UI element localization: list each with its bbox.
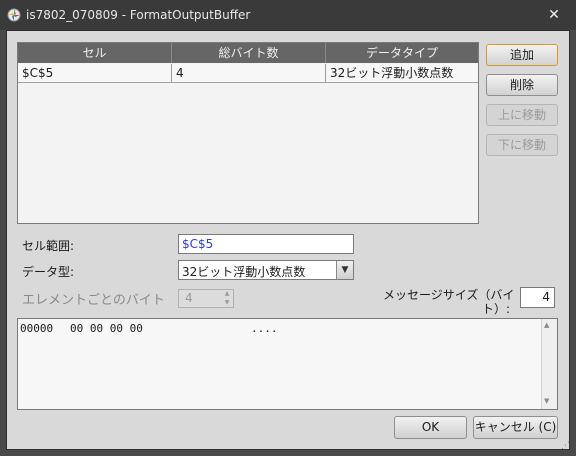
message-size-value: 4 (520, 287, 555, 308)
bytes-per-element-label: エレメントごとのバイト (22, 293, 165, 308)
table-cell-data-type[interactable]: 32ビット浮動小数点数 (326, 64, 478, 82)
cell-range-input[interactable] (178, 234, 354, 254)
row-divider (18, 82, 478, 83)
data-type-value: 32ビット浮動小数点数 (182, 265, 306, 279)
bytes-per-element-value: 4 (185, 291, 193, 305)
table-cell-cell[interactable]: $C$5 (18, 64, 172, 82)
ok-button[interactable]: OK (394, 416, 467, 439)
cancel-button[interactable]: キャンセル (C) (473, 416, 558, 439)
hex-ascii: .... (251, 322, 278, 335)
hex-preview[interactable]: 00000 00 00 00 00 .... ▲ ▼ (17, 318, 558, 410)
scroll-up-icon[interactable]: ▲ (544, 321, 549, 329)
close-icon: ✕ (548, 7, 560, 23)
move-down-button[interactable]: 下に移動 (486, 134, 558, 156)
window-title: is7802_070809 - FormatOutputBuffer (26, 8, 251, 22)
data-type-select[interactable]: 32ビット浮動小数点数 ▼ (178, 260, 354, 280)
table-cell-total-bytes[interactable]: 4 (172, 64, 326, 82)
spin-up-icon[interactable]: ▲ (221, 290, 233, 298)
resize-grip-icon[interactable]: ⋰ (561, 441, 571, 451)
vertical-scrollbar[interactable]: ▲ ▼ (541, 319, 557, 409)
cell-range-label: セル範囲: (22, 239, 75, 253)
column-header-data-type[interactable]: データタイプ (326, 43, 478, 63)
title-bar: is7802_070809 - FormatOutputBuffer ✕ (0, 0, 576, 30)
add-button[interactable]: 追加 (486, 44, 558, 66)
cell-table[interactable]: セル 総バイト数 データタイプ $C$5 4 32ビット浮動小数点数 (17, 42, 479, 224)
column-header-cell[interactable]: セル (18, 43, 172, 63)
message-size-label-line2: ト）: (482, 302, 511, 316)
hex-offset: 00000 (20, 322, 54, 335)
data-type-label: データ型: (22, 265, 75, 279)
chevron-down-icon[interactable]: ▼ (336, 261, 353, 279)
move-up-button[interactable]: 上に移動 (486, 104, 558, 126)
bytes-per-element-stepper[interactable]: 4 ▲ ▼ (178, 289, 234, 308)
close-button[interactable]: ✕ (540, 4, 568, 26)
delete-button[interactable]: 削除 (486, 74, 558, 96)
scroll-down-icon[interactable]: ▼ (544, 397, 549, 405)
spin-down-icon[interactable]: ▼ (221, 299, 233, 307)
column-header-total-bytes[interactable]: 総バイト数 (172, 43, 326, 63)
app-icon (7, 8, 21, 22)
hex-bytes: 00 00 00 00 (70, 322, 143, 335)
